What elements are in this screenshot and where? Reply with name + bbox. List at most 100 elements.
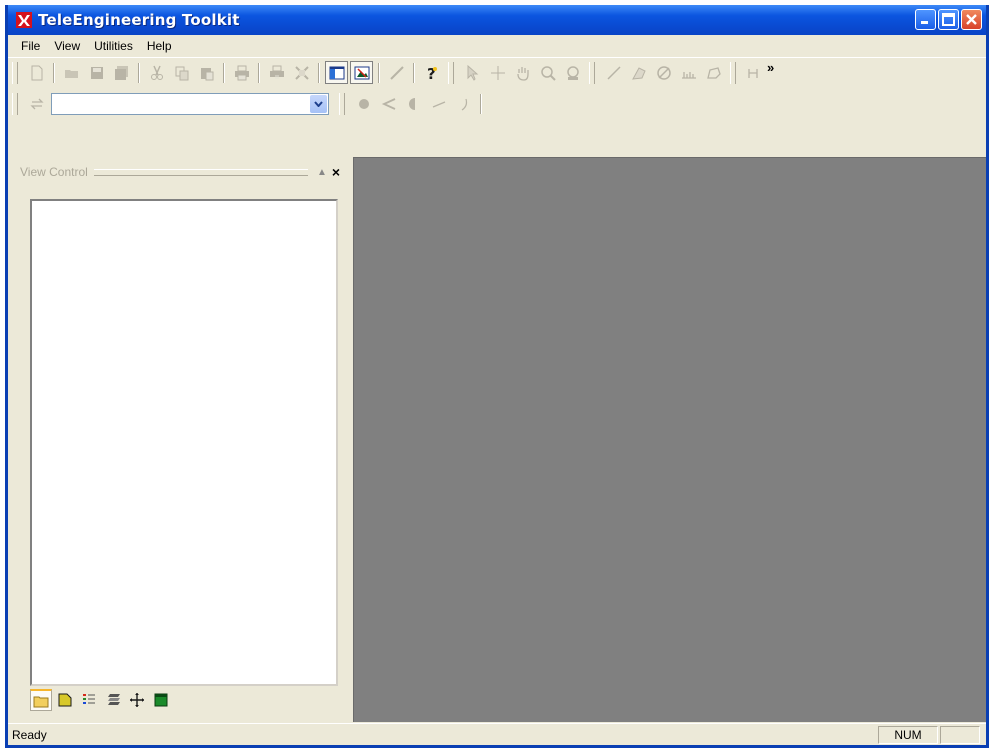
point-button[interactable] [352,93,375,116]
save-all-button[interactable] [110,61,133,84]
title-bar[interactable]: TeleEngineering Toolkit [8,5,986,35]
zoom-button[interactable] [536,61,559,84]
crosshair-button[interactable] [486,61,509,84]
swap-button[interactable] [25,93,48,116]
panel-header[interactable]: View Control ▲ × [18,162,348,182]
select-pointer-button[interactable] [461,61,484,84]
panel-title: View Control [20,165,88,179]
panel-drag-grip[interactable] [93,168,308,176]
toolbar-grip[interactable] [339,93,345,115]
toolbar-grip[interactable] [448,61,454,84]
chevron-down-icon [314,101,323,107]
save-all-icon [114,65,128,80]
draw-polygon-button[interactable] [627,61,650,84]
status-bar: Ready NUM [8,723,986,746]
zoom-extent-button[interactable] [561,61,584,84]
extra-tool-button[interactable] [743,61,766,84]
status-empty-pane [940,726,980,744]
dropdown-arrow-button[interactable] [310,95,327,113]
scissors-icon [150,65,163,80]
pointer-icon [467,64,478,81]
toolbar-separator [480,94,482,114]
arc-button[interactable] [452,93,475,116]
draw-circle-button[interactable] [652,61,675,84]
new-button[interactable] [25,61,48,84]
copy-button[interactable] [170,61,193,84]
close-icon [966,14,977,25]
distance-icon [747,68,758,78]
toolbar-overflow-chevron[interactable]: » [767,60,774,75]
layer-select[interactable] [51,93,329,115]
view-control-tree[interactable] [30,199,338,686]
toolbar-grip[interactable] [589,61,595,84]
toolbar-separator [138,62,140,83]
half-circle-button[interactable] [402,93,425,116]
print-preview-button[interactable] [265,61,288,84]
arc-icon [461,98,467,111]
toolbar-separator [378,62,380,83]
toolbar-separator [318,62,320,83]
panel-pin-button[interactable]: ▲ [316,166,328,178]
view-control-toggle-button[interactable] [325,61,348,84]
tab-layers[interactable] [54,689,76,711]
toolbar-separator [53,62,55,83]
draw-line-button[interactable] [602,61,625,84]
mdi-workspace[interactable] [353,157,986,722]
app-logo-icon [16,12,32,28]
window-title: TeleEngineering Toolkit [38,11,240,29]
menu-view[interactable]: View [47,37,87,55]
tab-stack[interactable] [102,689,124,711]
toolbar-grip[interactable] [12,61,18,84]
main-toolbar: ? » [8,57,986,87]
angle-icon [381,98,395,110]
secondary-toolbar [8,89,986,119]
copy-icon [175,66,188,80]
area-tool-button[interactable] [702,61,725,84]
image-button[interactable] [350,61,373,84]
pen-icon [389,65,404,80]
num-lock-indicator: NUM [878,726,938,744]
page-setup-button[interactable] [290,61,313,84]
segment-button[interactable] [427,93,450,116]
hand-icon [516,66,529,81]
menu-file[interactable]: File [14,37,47,55]
paste-button[interactable] [195,61,218,84]
view-control-panel: View Control ▲ × [18,162,348,714]
printer-icon [234,65,249,80]
view-panel-icon [329,66,344,79]
pan-button[interactable] [511,61,534,84]
line-icon [606,65,621,80]
pen-tool-button[interactable] [385,61,408,84]
open-button[interactable] [60,61,83,84]
toolbar-separator [258,62,260,83]
circle-slash-icon [656,65,671,80]
panel-close-button[interactable]: × [330,164,342,180]
polygon-icon [631,66,646,80]
folder-icon [33,696,49,707]
tab-navigation[interactable] [126,689,148,711]
tab-folders[interactable] [30,689,52,711]
open-folder-icon [64,69,78,78]
minimize-button[interactable] [915,9,936,30]
angle-button[interactable] [377,93,400,116]
measure-button[interactable] [677,61,700,84]
cut-button[interactable] [145,61,168,84]
toolbar-grip[interactable] [12,93,18,115]
print-button[interactable] [230,61,253,84]
tab-window[interactable] [150,689,172,711]
close-window-button[interactable] [961,9,982,30]
panel-tab-strip [30,689,172,711]
help-button[interactable]: ? [420,61,443,84]
document-icon [58,693,72,707]
save-button[interactable] [85,61,108,84]
minimize-icon [921,21,928,24]
tab-legend[interactable] [78,689,100,711]
menu-help[interactable]: Help [140,37,179,55]
toolbar-separator [413,62,415,83]
image-icon [354,66,369,79]
list-icon [83,694,95,704]
toolbar-grip[interactable] [730,61,736,84]
menu-utilities[interactable]: Utilities [87,37,140,55]
maximize-button[interactable] [938,9,959,30]
status-text: Ready [12,728,47,742]
